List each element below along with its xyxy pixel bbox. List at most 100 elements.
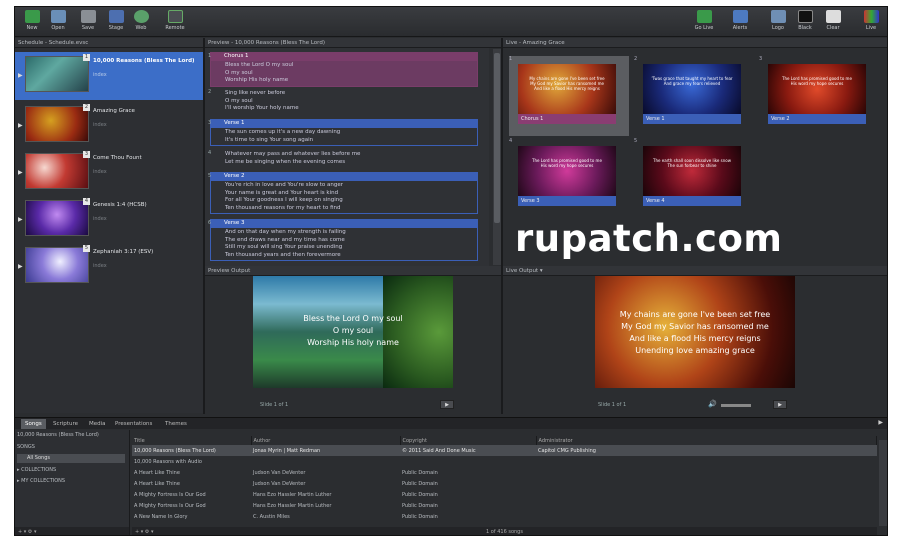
schedule-item-title: Come Thou Fount xyxy=(93,155,142,161)
schedule-item-number: 5 xyxy=(83,245,90,252)
lyrics-slide[interactable]: 6 Verse 3 And on that day when my streng… xyxy=(208,219,478,261)
lyrics-slide[interactable]: 5 Verse 2 You're rich in love and You're… xyxy=(208,172,478,214)
preview-output-panel: Bless the Lord O my soul O my soul Worship… xyxy=(205,276,501,413)
library-tree: 10,000 Reasons (Bless The Lord) SONGS Al… xyxy=(15,430,130,535)
logo-button[interactable]: Logo xyxy=(765,9,791,35)
my-collections-item[interactable]: ▸ MY COLLECTIONS xyxy=(17,478,65,484)
schedule-item[interactable]: ▶ 4 Genesis 1:4 (HCSB) index xyxy=(15,196,203,244)
table-row[interactable]: A Heart Like Thine Judson Van DeVenter Pub… xyxy=(132,478,877,489)
slide-label: Verse 1 xyxy=(643,114,741,124)
collections-item[interactable]: ▸ COLLECTIONS xyxy=(17,467,56,473)
table-row[interactable]: A New Name In Glory C. Austin Miles Public… xyxy=(132,511,877,522)
table-row[interactable]: A Mighty Fortress Is Our God Hans Ezo Has… xyxy=(132,489,877,500)
live-slide-thumb[interactable]: 3 The Lord has promised good to me His wo… xyxy=(759,56,879,136)
live-output-panel: My chains are gone I've been set free My … xyxy=(503,276,887,413)
stage-button[interactable]: Stage xyxy=(103,9,129,35)
tab-songs[interactable]: Songs xyxy=(21,419,46,429)
live-button[interactable]: Live xyxy=(858,9,884,35)
column-copyright[interactable]: Copyright xyxy=(400,436,537,445)
expand-icon[interactable]: ▶ xyxy=(18,122,23,129)
table-row[interactable]: 10,000 Reasons (Bless The Lord) Jonas Myr… xyxy=(132,445,877,456)
song-library: 10,000 Reasons (Bless The Lord) SONGS Al… xyxy=(15,430,887,535)
schedule-item-title: Zephaniah 3:17 (ESV) xyxy=(93,249,154,255)
library-tabs: Songs Scripture Media Presentations Them… xyxy=(15,417,887,429)
library-footer: + ▾ ⚙ ▾ 1 of 416 songs xyxy=(132,527,877,535)
save-button[interactable]: Save xyxy=(75,9,101,35)
column-administrator[interactable]: Administrator xyxy=(536,436,877,445)
logo-icon xyxy=(770,10,786,23)
schedule-item-number: 3 xyxy=(83,151,90,158)
volume-slider[interactable] xyxy=(721,404,751,407)
expand-icon[interactable]: ▶ xyxy=(18,263,23,270)
schedule-thumbnail xyxy=(25,200,89,236)
next-slide-button[interactable]: ▶ xyxy=(440,400,454,409)
schedule-item-number: 1 xyxy=(83,54,90,61)
lyrics-slide[interactable]: 3 Verse 1 The sun comes up it's a new da… xyxy=(208,119,478,146)
library-add-menu[interactable]: + ▾ ⚙ ▾ xyxy=(15,527,129,535)
live-slide-thumb[interactable]: 2 'Twas grace that taught my heart to fe… xyxy=(634,56,754,136)
alerts-button[interactable]: Alerts xyxy=(725,9,755,35)
stage-icon xyxy=(108,10,124,23)
watermark: rupatch.com xyxy=(515,217,783,260)
preview-lyrics-list: 1 Chorus 1 Bless the Lord O my soul O my … xyxy=(205,48,489,266)
tab-scripture[interactable]: Scripture xyxy=(49,419,82,429)
live-slide-thumb[interactable]: 4 The Lord has promised good to me His wo… xyxy=(509,138,629,218)
schedule-item-subtitle: index xyxy=(93,122,107,128)
all-songs-item[interactable]: All Songs xyxy=(17,454,125,463)
lyrics-slide[interactable]: 4 Whatever may pass and whatever lies be… xyxy=(208,149,478,168)
schedule-item[interactable]: ▶ 2 Amazing Grace index xyxy=(15,102,203,150)
live-slide-thumb[interactable]: 5 The earth shall soon dissolve like sno… xyxy=(634,138,754,218)
go-live-button[interactable]: Go Live xyxy=(689,9,719,35)
lyrics-slide[interactable]: 1 Chorus 1 Bless the Lord O my soul O my … xyxy=(208,52,478,87)
add-song-menu[interactable]: + ▾ ⚙ ▾ xyxy=(135,527,153,535)
table-row[interactable]: A Heart Like Thine Judson Van DeVenter Pub… xyxy=(132,467,877,478)
slide-label: Verse 3 xyxy=(210,219,478,227)
table-row[interactable]: 10,000 Reasons with Audio xyxy=(132,456,877,467)
web-button[interactable]: Web xyxy=(128,9,154,35)
schedule-panel: ▶ 1 10,000 Reasons (Bless The Lord) inde… xyxy=(15,48,203,413)
next-slide-button[interactable]: ▶ xyxy=(773,400,787,409)
songs-table: Title Author Copyright Administrator 10,… xyxy=(132,436,877,522)
open-button[interactable]: Open xyxy=(45,9,71,35)
table-header: Title Author Copyright Administrator xyxy=(132,436,877,445)
tab-presentations[interactable]: Presentations xyxy=(111,419,156,429)
web-icon xyxy=(133,10,149,23)
library-scrollbar[interactable] xyxy=(879,440,887,526)
remote-button[interactable]: Remote xyxy=(162,9,188,35)
expand-icon[interactable]: ▶ xyxy=(18,216,23,223)
column-title[interactable]: Title xyxy=(132,436,252,445)
column-author[interactable]: Author xyxy=(251,436,401,445)
play-icon[interactable]: ▶ xyxy=(878,419,883,426)
schedule-item[interactable]: ▶ 5 Zephaniah 3:17 (ESV) index xyxy=(15,243,203,291)
slide-label: Chorus 1 xyxy=(518,114,616,124)
tab-media[interactable]: Media xyxy=(85,419,110,429)
black-button[interactable]: Black xyxy=(792,9,818,35)
schedule-item-subtitle: index xyxy=(93,216,107,222)
toolbar: New Open Save Stage Web Remote Go Live A… xyxy=(15,7,887,37)
new-button[interactable]: New xyxy=(19,9,45,35)
song-count: 1 of 416 songs xyxy=(486,529,523,535)
expand-icon[interactable]: ▶ xyxy=(18,169,23,176)
clear-button[interactable]: Clear xyxy=(820,9,846,35)
library-section-heading: SONGS xyxy=(17,444,35,450)
live-icon xyxy=(863,10,879,23)
library-selected-title: 10,000 Reasons (Bless The Lord) xyxy=(17,432,99,438)
schedule-item[interactable]: ▶ 1 10,000 Reasons (Bless The Lord) inde… xyxy=(15,52,203,100)
preview-scrollbar[interactable] xyxy=(493,49,501,265)
schedule-item[interactable]: ▶ 3 Come Thou Fount index xyxy=(15,149,203,197)
alerts-icon xyxy=(732,10,748,23)
slide-counter: Slide 1 of 1 xyxy=(598,402,627,408)
preview-header: Preview - 10,000 Reasons (Bless The Lord… xyxy=(205,38,501,48)
preview-output-header: Preview Output xyxy=(205,266,501,276)
live-slide-thumb[interactable]: 1 My chains are gone I've been set free M… xyxy=(509,56,629,136)
tab-themes[interactable]: Themes xyxy=(161,419,191,429)
slide-label: Verse 4 xyxy=(643,196,741,206)
lyrics-slide[interactable]: 2 Sing like never before O my soul I'll wo… xyxy=(208,88,478,115)
slide-label: Chorus 1 xyxy=(210,52,478,60)
schedule-item-subtitle: index xyxy=(93,169,107,175)
volume-icon[interactable]: 🔊 xyxy=(708,400,717,408)
save-icon xyxy=(80,10,96,23)
expand-icon[interactable]: ▶ xyxy=(18,72,23,79)
table-row[interactable]: A Mighty Fortress Is Our God Hans Ezo Has… xyxy=(132,500,877,511)
new-icon xyxy=(24,10,40,23)
